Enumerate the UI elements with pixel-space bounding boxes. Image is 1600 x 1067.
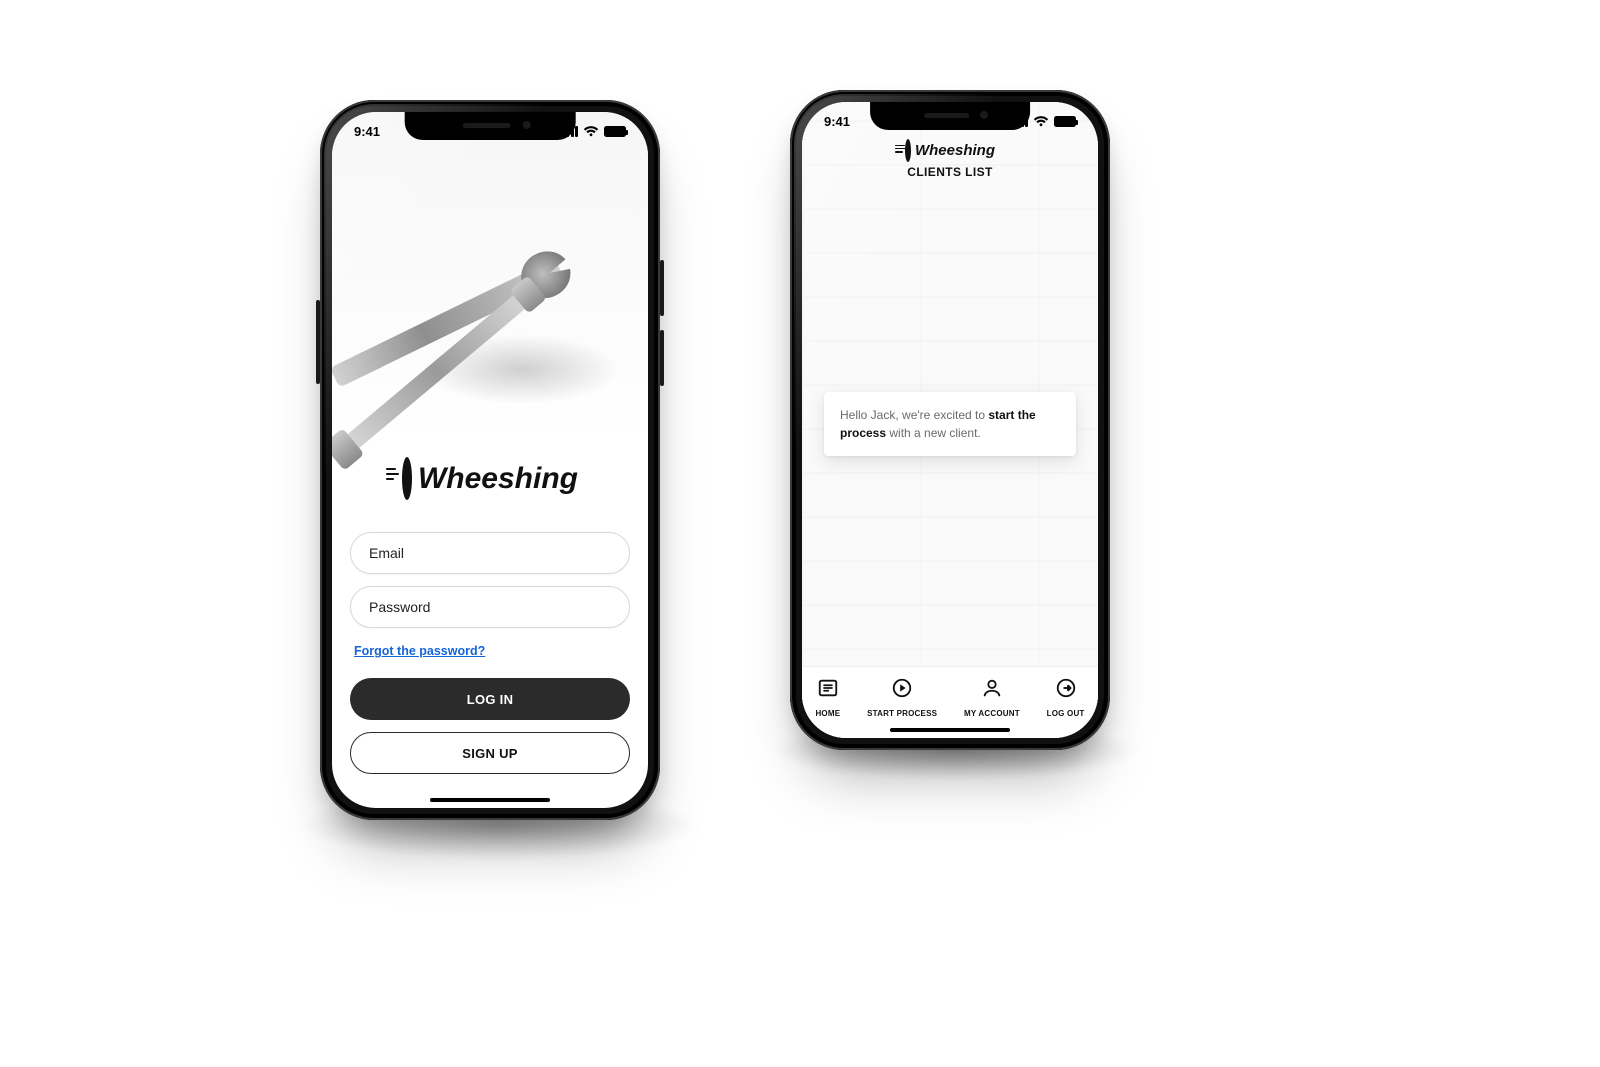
tab-label: START PROCESS: [867, 709, 937, 718]
battery-icon: [604, 126, 626, 137]
welcome-text-prefix: Hello Jack, we're excited to: [840, 408, 988, 422]
login-button[interactable]: LOG IN: [350, 678, 630, 720]
home-indicator[interactable]: [890, 728, 1010, 732]
clients-screen: 9:41 Wheeshing CLIENTS LIST Hello Jack, …: [802, 102, 1098, 738]
login-screen: 9:41 Wheeshing Forgot the password: [332, 112, 648, 808]
status-time: 9:41: [354, 124, 380, 139]
battery-icon: [1054, 116, 1076, 127]
tab-label: MY ACCOUNT: [964, 709, 1020, 718]
hero-image-wrenches: [332, 112, 648, 442]
brand-name: Wheeshing: [915, 142, 995, 159]
forgot-password-link[interactable]: Forgot the password?: [354, 644, 485, 658]
list-icon: [817, 677, 839, 704]
password-field[interactable]: [350, 586, 630, 628]
device-notch: [870, 102, 1030, 130]
phone-frame-clients: 9:41 Wheeshing CLIENTS LIST Hello Jack, …: [790, 90, 1110, 750]
tab-start-process[interactable]: START PROCESS: [867, 677, 937, 718]
wifi-icon: [1033, 115, 1049, 127]
email-field[interactable]: [350, 532, 630, 574]
home-indicator[interactable]: [430, 798, 550, 802]
page-header: Wheeshing CLIENTS LIST: [802, 142, 1098, 179]
page-title: CLIENTS LIST: [802, 165, 1098, 179]
tab-log-out[interactable]: LOG OUT: [1047, 677, 1085, 718]
welcome-text-suffix: with a new client.: [886, 426, 981, 440]
brand-name: Wheeshing: [418, 462, 578, 496]
user-icon: [981, 677, 1003, 704]
login-form: Forgot the password? LOG IN SIGN UP: [350, 532, 630, 774]
tire-icon: [402, 457, 412, 500]
tab-label: HOME: [815, 709, 840, 718]
brand-logo: Wheeshing: [802, 142, 1098, 159]
status-time: 9:41: [824, 114, 850, 129]
brand-logo: Wheeshing: [332, 462, 648, 496]
play-circle-icon: [891, 677, 913, 704]
tire-icon: [905, 139, 911, 162]
wifi-icon: [583, 125, 599, 137]
tab-my-account[interactable]: MY ACCOUNT: [964, 677, 1020, 718]
logout-icon: [1055, 677, 1077, 704]
welcome-card[interactable]: Hello Jack, we're excited to start the p…: [824, 392, 1076, 456]
device-notch: [405, 112, 576, 140]
tab-label: LOG OUT: [1047, 709, 1085, 718]
tab-home[interactable]: HOME: [815, 677, 840, 718]
signup-button[interactable]: SIGN UP: [350, 732, 630, 774]
phone-frame-login: 9:41 Wheeshing Forgot the password: [320, 100, 660, 820]
